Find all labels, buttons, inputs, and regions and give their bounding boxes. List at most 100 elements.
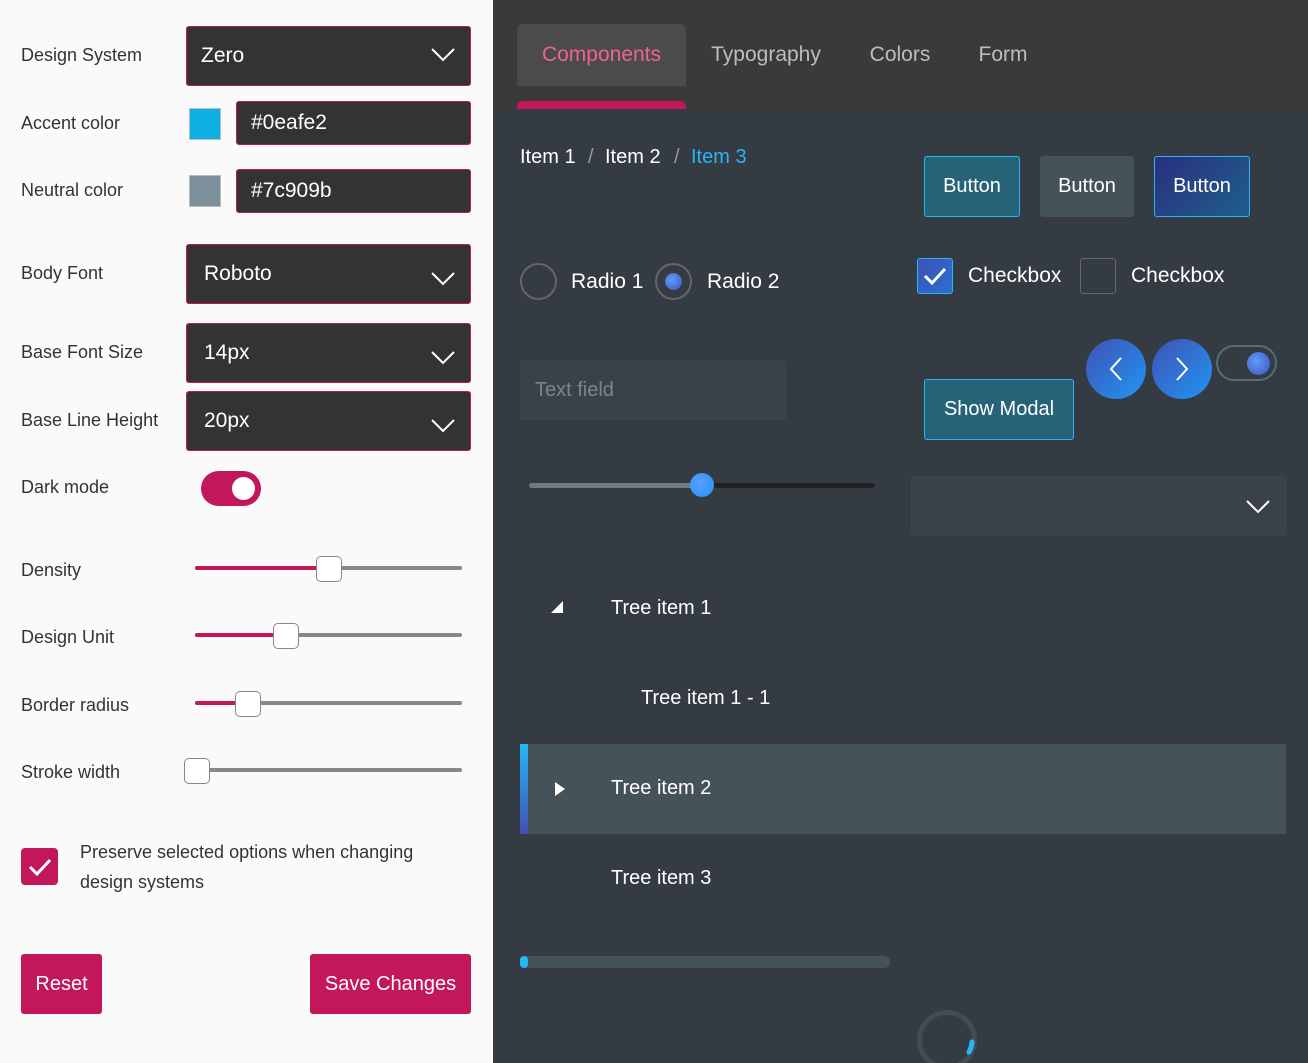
body-font-value: Roboto [204, 262, 272, 285]
select-dropdown[interactable] [911, 476, 1286, 536]
tree-item-1-1-label: Tree item 1 - 1 [641, 687, 771, 709]
show-modal-button[interactable]: Show Modal [924, 379, 1074, 440]
dark-mode-label: Dark mode [21, 477, 110, 497]
checkmark-icon [923, 267, 947, 286]
design-system-value: Zero [201, 44, 245, 67]
tree-item-2[interactable]: Tree item 2 [520, 744, 1286, 834]
neutral-color-swatch[interactable] [189, 175, 221, 207]
settings-panel: Design System Zero Accent color #0eafe2 … [0, 0, 493, 1063]
tab-bar: Components Typography Colors Form [493, 0, 1308, 109]
breadcrumb-item-3[interactable]: Item 3 [691, 146, 747, 169]
dark-mode-switch[interactable] [201, 471, 261, 506]
checkbox-1[interactable] [917, 258, 953, 294]
accent-color-input[interactable]: #0eafe2 [236, 101, 471, 145]
radio-1-label: Radio 1 [571, 270, 644, 293]
slider-thumb[interactable] [184, 758, 210, 784]
neutral-button[interactable]: Button [1040, 156, 1134, 217]
tab-components[interactable]: Components [517, 24, 686, 86]
checkmark-icon [28, 858, 51, 876]
tab-form[interactable]: Form [963, 24, 1043, 86]
neutral-color-label: Neutral color [21, 180, 124, 200]
progress-bar [520, 956, 890, 968]
breadcrumb-separator: / [674, 146, 680, 168]
accent-color-swatch[interactable] [189, 108, 221, 140]
tab-typography[interactable]: Typography [696, 24, 836, 86]
prev-button[interactable] [1086, 339, 1146, 399]
slider-track [197, 768, 462, 772]
preview-panel: Components Typography Colors Form Item 1… [493, 0, 1308, 1063]
slider-thumb[interactable] [690, 473, 714, 497]
base-font-size-label: Base Font Size [21, 342, 144, 362]
breadcrumb-separator: / [588, 146, 594, 168]
density-label: Density [21, 560, 82, 580]
base-line-height-label: Base Line Height [21, 410, 159, 430]
primary-button[interactable]: Button [1154, 156, 1250, 217]
slider-thumb[interactable] [316, 556, 342, 582]
checkbox-1-label: Checkbox [968, 264, 1062, 287]
triangle-expanded-icon[interactable] [550, 600, 564, 614]
stroke-width-slider[interactable] [184, 758, 462, 784]
toggle-switch[interactable] [1216, 345, 1277, 381]
tree-item-3-label: Tree item 3 [611, 867, 712, 889]
chevron-right-icon [1176, 357, 1189, 381]
chevron-down-icon [1246, 500, 1270, 514]
base-font-size-value: 14px [204, 341, 250, 364]
accent-color-value: #0eafe2 [251, 111, 327, 134]
density-slider[interactable] [195, 556, 462, 582]
chevron-left-icon [1109, 357, 1122, 381]
chevron-down-icon [431, 272, 455, 286]
border-radius-slider[interactable] [195, 691, 462, 717]
tab-colors[interactable]: Colors [853, 24, 947, 86]
slider-thumb[interactable] [235, 691, 261, 717]
accent-button[interactable]: Button [924, 156, 1020, 217]
text-field[interactable]: Text field [520, 360, 786, 420]
save-changes-button[interactable]: Save Changes [310, 954, 471, 1014]
checkbox-2-label: Checkbox [1131, 264, 1225, 287]
active-tab-indicator [517, 101, 686, 109]
border-radius-label: Border radius [21, 695, 130, 715]
chevron-down-icon [431, 419, 455, 433]
body-font-select[interactable]: Roboto [186, 244, 471, 304]
breadcrumb-item-2[interactable]: Item 2 [605, 146, 661, 169]
breadcrumb-item-1[interactable]: Item 1 [520, 146, 576, 169]
progress-ring [917, 1010, 977, 1063]
radio-2-label: Radio 2 [707, 270, 780, 293]
slider-thumb[interactable] [273, 623, 299, 649]
chevron-down-icon [431, 351, 455, 365]
radio-2[interactable] [655, 263, 692, 300]
tree-item-2-label: Tree item 2 [611, 777, 712, 799]
dark-mode-state: On [276, 478, 301, 498]
base-line-height-value: 20px [204, 409, 250, 432]
accent-color-label: Accent color [21, 113, 121, 133]
tree-item-1[interactable]: Tree item 1 [520, 564, 1286, 654]
body-font-label: Body Font [21, 263, 104, 283]
stroke-width-label: Stroke width [21, 762, 121, 782]
slider-fill [529, 483, 702, 488]
reset-button[interactable]: Reset [21, 954, 102, 1014]
toggle-knob [1247, 352, 1270, 375]
preserve-checkbox[interactable] [21, 848, 58, 885]
neutral-color-value: #7c909b [251, 179, 332, 202]
preserve-label: Preserve selected options when changing … [80, 842, 414, 892]
design-system-label: Design System [21, 45, 143, 65]
base-line-height-select[interactable]: 20px [186, 391, 471, 451]
triangle-collapsed-icon[interactable] [554, 781, 566, 797]
text-field-placeholder: Text field [535, 378, 614, 401]
design-unit-label: Design Unit [21, 627, 115, 647]
spinner-arc [966, 1039, 975, 1055]
tree-item-1-1[interactable]: Tree item 1 - 1 [520, 654, 1286, 744]
neutral-color-input[interactable]: #7c909b [236, 169, 471, 213]
tree-item-3[interactable]: Tree item 3 [520, 834, 1286, 924]
chevron-down-icon [431, 48, 455, 62]
checkbox-2[interactable] [1080, 258, 1116, 294]
tree-item-1-label: Tree item 1 [611, 597, 712, 619]
next-button[interactable] [1152, 339, 1212, 399]
design-system-select[interactable]: Zero [186, 26, 471, 86]
switch-knob [232, 477, 255, 500]
radio-1[interactable] [520, 263, 557, 300]
design-unit-slider[interactable] [195, 623, 462, 649]
progress-fill [520, 956, 528, 968]
base-font-size-select[interactable]: 14px [186, 323, 471, 383]
slider-fill [195, 566, 329, 570]
radio-selected-dot [665, 273, 682, 290]
